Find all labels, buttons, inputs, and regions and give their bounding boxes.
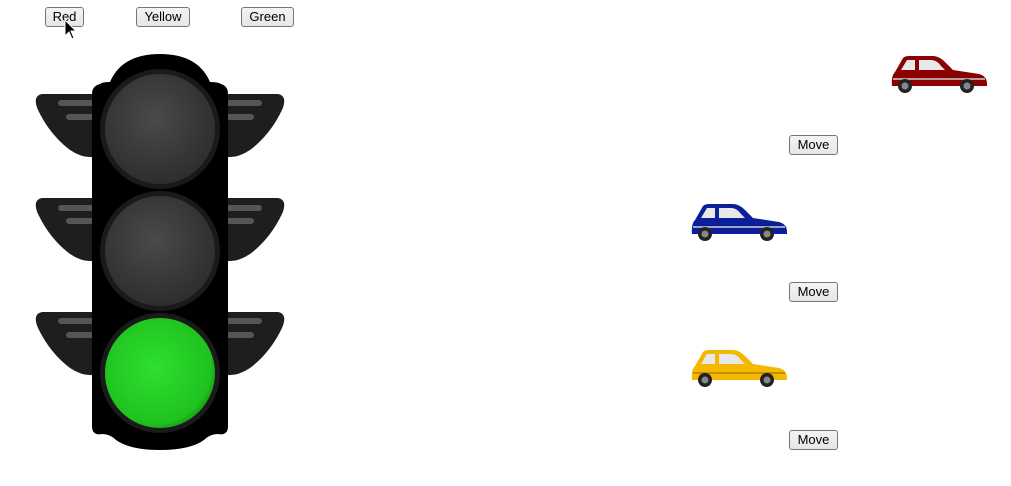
traffic-light (35, 54, 285, 450)
yellow-lamp (100, 191, 220, 311)
yellow-button[interactable]: Yellow (136, 7, 190, 27)
yellow-car (691, 350, 787, 387)
green-lamp (100, 313, 220, 433)
blue-car (691, 204, 787, 241)
green-button[interactable]: Green (241, 7, 294, 27)
red-lamp (100, 69, 220, 189)
move-blue-car-button[interactable]: Move (789, 282, 838, 302)
move-red-car-button[interactable]: Move (789, 135, 838, 155)
red-button[interactable]: Red (45, 7, 84, 27)
red-car (891, 56, 987, 93)
move-yellow-car-button[interactable]: Move (789, 430, 838, 450)
